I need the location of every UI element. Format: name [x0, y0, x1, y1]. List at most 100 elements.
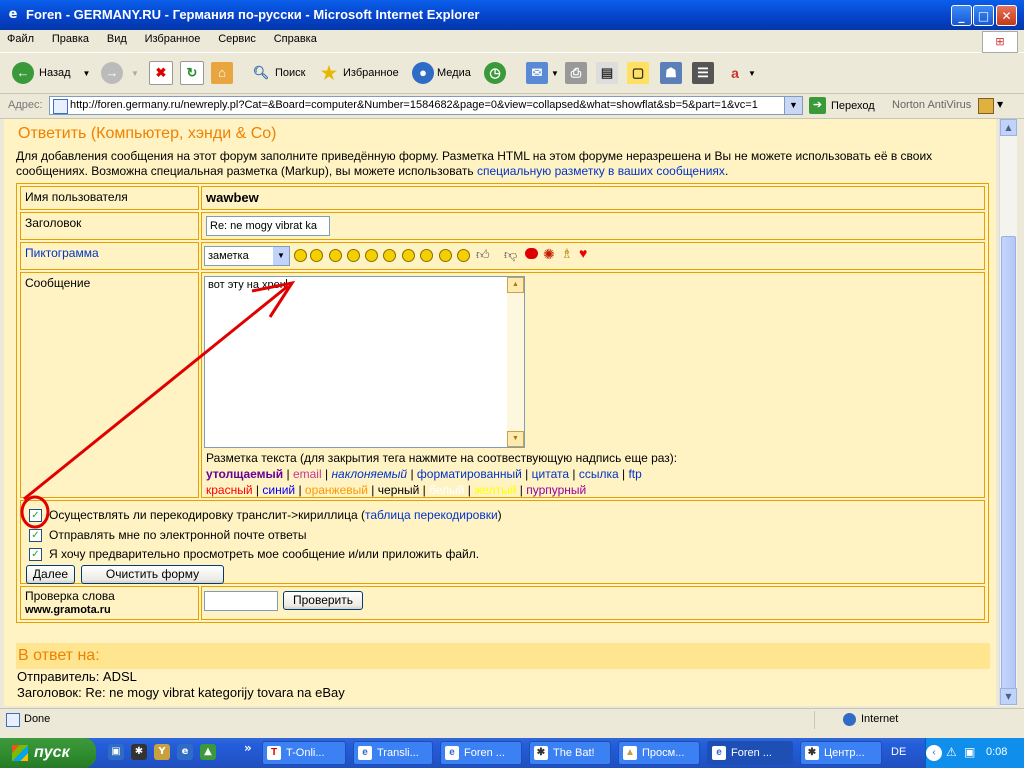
ie-icon: e — [445, 746, 459, 760]
media-icon: ● — [412, 62, 434, 84]
task-button-translit[interactable]: e Transli... — [353, 741, 433, 765]
menu-bar: Файл Правка Вид Избранное Сервис Справка… — [0, 30, 1024, 53]
the-bat-icon[interactable]: ✱ — [131, 744, 147, 760]
messenger-icon: ☗ — [660, 62, 682, 84]
note-icon: ▢ — [627, 62, 649, 84]
language-indicator[interactable]: DE — [891, 746, 906, 758]
print-icon: ⎙ — [565, 62, 587, 84]
app-icon: ✱ — [805, 746, 819, 760]
globe-icon — [843, 713, 856, 726]
menu-file[interactable]: Файл — [0, 30, 41, 45]
menu-view[interactable]: Вид — [100, 30, 134, 45]
ie-icon[interactable]: e — [177, 744, 193, 760]
task-button-tonline[interactable]: T T-Onli... — [262, 741, 346, 765]
stop-icon: ✖ — [149, 61, 173, 85]
home-button[interactable]: ⌂ — [211, 61, 233, 85]
taskbar: пуск ▣ ✱ Y e ▲ » T T-Onli... e Transli... … — [0, 738, 1024, 768]
mail-button[interactable]: ✉ ▼ — [526, 61, 559, 85]
ie-icon: e — [712, 746, 726, 760]
translate-icon: a — [731, 65, 739, 81]
search-icon: 🔍︎ — [252, 65, 270, 80]
network-icon[interactable]: ▣ — [964, 745, 975, 759]
title-bar: e Foren - GERMANY.RU - Германия по-русск… — [0, 0, 1024, 30]
mail-icon: ✉ — [526, 62, 548, 84]
chevron-down-icon[interactable]: ▼ — [748, 69, 756, 78]
media-button[interactable]: ● Медиа — [412, 61, 471, 85]
stop-button[interactable]: ✖ — [149, 61, 173, 85]
status-bar: Done Internet — [0, 708, 1024, 731]
research-button[interactable]: ☰ — [692, 61, 714, 85]
scroll-up-icon[interactable]: ▲ — [1000, 119, 1017, 136]
ie-icon: e — [8, 7, 18, 22]
maximize-button[interactable]: □ — [973, 5, 994, 26]
address-url: http://foren.germany.ru/newreply.pl?Cat=… — [70, 99, 758, 111]
address-bar: Адрес: http://foren.germany.ru/newreply.… — [0, 94, 1024, 119]
chevron-down-icon[interactable]: ▼ — [997, 100, 1003, 109]
go-arrow-icon: ➔ — [809, 97, 826, 114]
windows-logo-icon: ⊞ — [982, 31, 1018, 53]
forward-button[interactable]: → ▼ — [101, 61, 139, 85]
show-desktop-icon[interactable]: ▣ — [108, 744, 124, 760]
start-button[interactable]: пуск — [0, 738, 96, 768]
app-icon[interactable]: Y — [154, 744, 170, 760]
go-button[interactable]: ➔ Переход — [809, 97, 875, 114]
page-content: Ответить (Компьютер, хэнди & Co) Для доб… — [4, 119, 996, 706]
scroll-down-icon[interactable]: ▼ — [1000, 688, 1017, 705]
search-button[interactable]: 🔍︎ Поиск — [250, 61, 306, 85]
menu-edit[interactable]: Правка — [45, 30, 96, 45]
page-icon — [53, 99, 68, 114]
warning-icon[interactable]: ⚠ — [946, 745, 957, 759]
task-button-foren-2[interactable]: e Foren ... — [707, 741, 793, 765]
forward-arrow-icon: → — [101, 62, 123, 84]
tray-expand-icon[interactable]: ‹ — [926, 745, 942, 761]
edit-icon: ▤ — [596, 62, 618, 84]
research-icon: ☰ — [692, 62, 714, 84]
back-button[interactable]: ← Назад ▼ — [12, 61, 90, 85]
menu-favorites[interactable]: Избранное — [138, 30, 208, 45]
norton-label: Norton AntiVirus — [892, 99, 972, 111]
history-icon: ◷ — [484, 62, 506, 84]
history-button[interactable]: ◷ — [484, 61, 506, 85]
task-button-the-bat[interactable]: ✱ The Bat! — [529, 741, 611, 765]
app-icon[interactable]: ▲ — [200, 744, 216, 760]
star-icon: ★ — [320, 63, 338, 83]
discuss-button[interactable]: ▢ — [627, 61, 649, 85]
image-viewer-icon: ▲ — [623, 746, 637, 760]
close-button[interactable]: ✕ — [996, 5, 1017, 26]
print-button[interactable]: ⎙ — [565, 61, 587, 85]
chevron-down-icon[interactable]: ▼ — [551, 69, 559, 78]
minimize-button[interactable]: _ — [951, 5, 972, 26]
menu-help[interactable]: Справка — [267, 30, 324, 45]
home-icon: ⌂ — [211, 62, 233, 84]
address-dropdown-icon[interactable]: ▼ — [784, 97, 802, 114]
menu-tools[interactable]: Сервис — [211, 30, 263, 45]
norton-icon[interactable] — [978, 98, 994, 114]
windows-logo-icon — [12, 745, 28, 761]
window-title: Foren - GERMANY.RU - Германия по-русски … — [26, 7, 480, 22]
chevron-down-icon[interactable]: ▼ — [131, 69, 139, 78]
address-input[interactable]: http://foren.germany.ru/newreply.pl?Cat=… — [49, 96, 803, 115]
task-button-foren-1[interactable]: e Foren ... — [440, 741, 522, 765]
translate-button[interactable]: a ▼ — [724, 61, 756, 85]
edit-button[interactable]: ▤ — [596, 61, 618, 85]
refresh-icon: ↻ — [180, 61, 204, 85]
clock[interactable]: 0:08 — [986, 746, 1007, 758]
toolbar: ← Назад ▼ → ▼ ✖ ↻ ⌂ 🔍︎ Поиск ★ Избранное… — [0, 53, 1024, 94]
messenger-button[interactable]: ☗ — [660, 61, 682, 85]
task-button-viewer[interactable]: ▲ Просм... — [618, 741, 700, 765]
favorites-button[interactable]: ★ Избранное — [318, 61, 399, 85]
zone-label: Internet — [861, 713, 899, 725]
refresh-button[interactable]: ↻ — [180, 61, 204, 85]
page-icon — [6, 713, 20, 727]
chevron-down-icon[interactable]: ▼ — [83, 69, 91, 78]
status-divider — [814, 711, 815, 729]
page-scrollbar[interactable]: ▲ ▼ — [999, 119, 1017, 706]
ie-icon: e — [358, 746, 372, 760]
quick-launch-more-icon[interactable]: » — [244, 741, 252, 755]
address-label: Адрес: — [8, 99, 43, 111]
scroll-thumb[interactable] — [1001, 236, 1016, 691]
system-tray: ‹ ⚠ ▣ 0:08 — [925, 738, 1024, 768]
back-arrow-icon: ← — [12, 62, 34, 84]
the-bat-icon: ✱ — [534, 746, 548, 760]
task-button-center[interactable]: ✱ Центр... — [800, 741, 882, 765]
